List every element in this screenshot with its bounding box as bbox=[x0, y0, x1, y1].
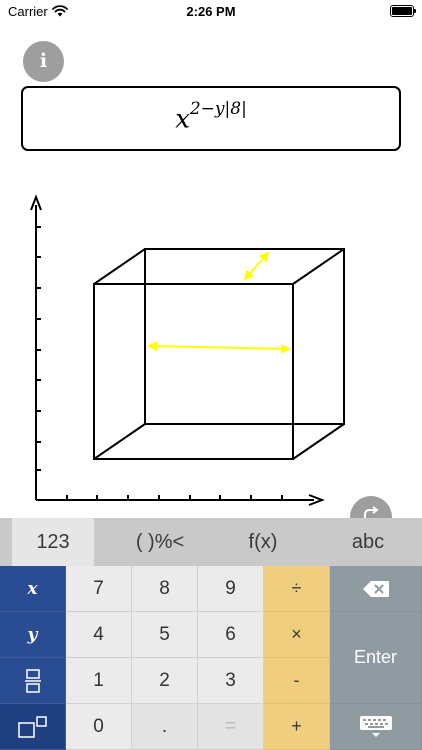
key-variable-y[interactable]: y bbox=[0, 612, 66, 658]
key-minus[interactable]: - bbox=[264, 658, 330, 704]
tab-letters[interactable]: abc bbox=[327, 518, 409, 566]
box-edge-top-left bbox=[93, 248, 146, 285]
tab-operators[interactable]: ( )%< bbox=[115, 518, 205, 566]
box-edge-top-right bbox=[292, 248, 345, 285]
keyboard-tabbar: 123 ( )%< f(x) abc bbox=[0, 518, 422, 566]
key-3[interactable]: 3 bbox=[198, 658, 264, 704]
expression-formula: x2−y|8| bbox=[175, 99, 247, 135]
status-bar: Carrier 2:26 PM bbox=[0, 0, 422, 24]
box-diagram[interactable] bbox=[0, 180, 422, 520]
expression-exponent: 2−y|8| bbox=[189, 98, 247, 119]
tab-functions[interactable]: f(x) bbox=[222, 518, 304, 566]
keyboard-hide-icon bbox=[359, 715, 392, 737]
key-multiply[interactable]: × bbox=[264, 612, 330, 658]
math-keyboard: 123 ( )%< f(x) abc x y 7 8 9 4 5 6 1 2 3… bbox=[0, 518, 422, 750]
superscript-icon bbox=[17, 715, 47, 738]
tab-numbers[interactable]: 123 bbox=[12, 518, 94, 566]
key-8[interactable]: 8 bbox=[132, 566, 198, 612]
battery-icon bbox=[390, 5, 416, 17]
key-2[interactable]: 2 bbox=[132, 658, 198, 704]
info-icon: i bbox=[39, 50, 48, 72]
backspace-icon bbox=[362, 580, 389, 597]
wireframe-box bbox=[93, 248, 345, 460]
key-1[interactable]: 1 bbox=[66, 658, 132, 704]
key-decimal-point[interactable]: . bbox=[132, 704, 198, 750]
key-hide-keyboard[interactable] bbox=[330, 704, 422, 750]
key-backspace[interactable] bbox=[330, 566, 422, 612]
width-arrow bbox=[147, 341, 291, 354]
key-6[interactable]: 6 bbox=[198, 612, 264, 658]
key-0[interactable]: 0 bbox=[66, 704, 132, 750]
box-back-face bbox=[144, 248, 345, 425]
key-4[interactable]: 4 bbox=[66, 612, 132, 658]
key-9[interactable]: 9 bbox=[198, 566, 264, 612]
box-edge-bottom-left bbox=[93, 423, 146, 460]
depth-arrow bbox=[243, 251, 270, 281]
box-front-face bbox=[93, 283, 294, 460]
key-plus[interactable]: + bbox=[264, 704, 330, 750]
status-time: 2:26 PM bbox=[186, 4, 236, 19]
info-button[interactable]: i bbox=[23, 41, 64, 82]
key-variable-x[interactable]: x bbox=[0, 566, 66, 612]
key-divide[interactable]: ÷ bbox=[264, 566, 330, 612]
key-7[interactable]: 7 bbox=[66, 566, 132, 612]
key-fraction[interactable] bbox=[0, 658, 66, 704]
key-5[interactable]: 5 bbox=[132, 612, 198, 658]
key-enter[interactable]: Enter bbox=[330, 612, 422, 704]
box-edge-bottom-right bbox=[292, 423, 345, 460]
expression-base: x bbox=[175, 104, 190, 135]
expression-display[interactable]: x2−y|8| bbox=[21, 86, 401, 151]
key-superscript[interactable] bbox=[0, 704, 66, 750]
fraction-icon bbox=[24, 668, 41, 693]
key-equals[interactable]: = bbox=[198, 704, 264, 750]
